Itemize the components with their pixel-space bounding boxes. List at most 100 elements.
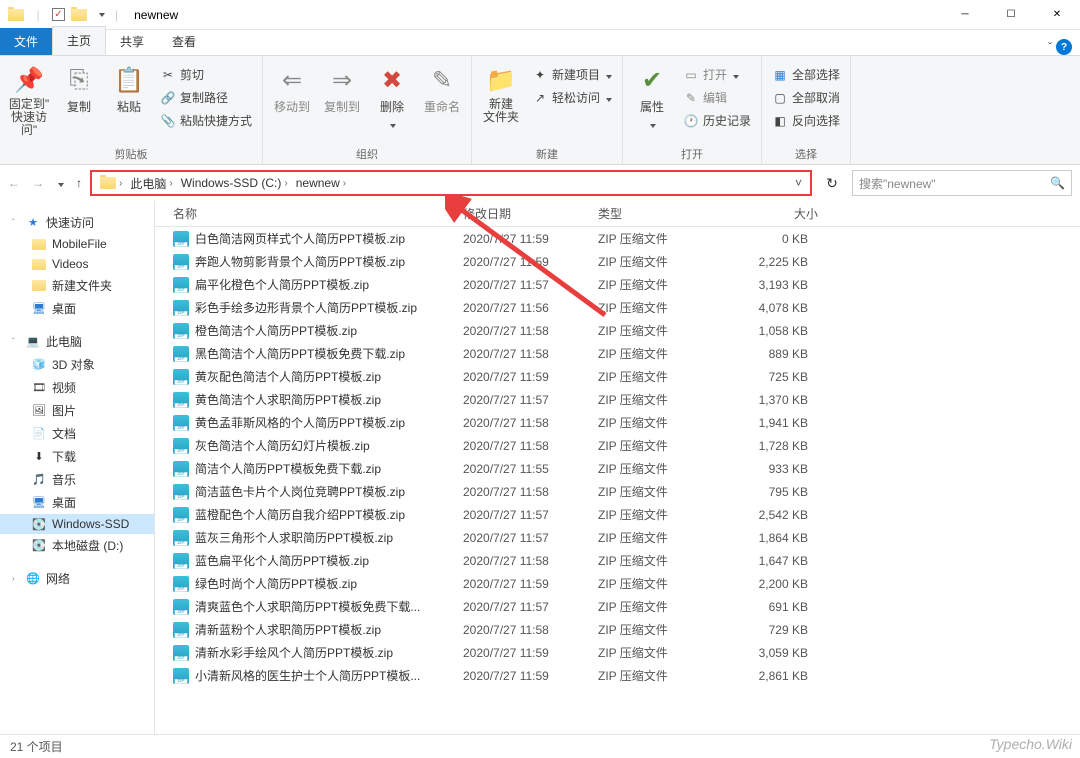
file-row[interactable]: 白色简洁网页样式个人简历PPT模板.zip2020/7/27 11:59ZIP … <box>155 227 1080 250</box>
ribbon-group-select: ▦全部选择 ▢全部取消 ◧反向选择 选择 <box>762 56 851 164</box>
file-row[interactable]: 灰色简洁个人简历幻灯片模板.zip2020/7/27 11:58ZIP 压缩文件… <box>155 434 1080 457</box>
search-box[interactable]: 搜索"newnew" 🔍 <box>852 170 1072 196</box>
sidebar-item[interactable]: 新建文件夹 <box>0 274 154 297</box>
star-icon: ★ <box>26 216 40 230</box>
refresh-button[interactable]: ↻ <box>820 171 844 195</box>
zip-icon <box>173 254 189 270</box>
rename-button[interactable]: ✎重命名 <box>419 60 465 115</box>
search-icon[interactable]: 🔍 <box>1050 176 1065 190</box>
checkbox-icon[interactable]: ✓ <box>52 8 65 21</box>
qat-dropdown-icon[interactable] <box>93 7 109 23</box>
file-row[interactable]: 简洁蓝色卡片个人岗位竞聘PPT模板.zip2020/7/27 11:58ZIP … <box>155 480 1080 503</box>
sidebar-item[interactable]: 💽本地磁盘 (D:) <box>0 534 154 557</box>
copy-icon: ⎘ <box>63 64 95 96</box>
select-all-button[interactable]: ▦全部选择 <box>768 64 844 85</box>
paste-button[interactable]: 📋 粘贴 <box>106 60 152 115</box>
column-name[interactable]: 名称 <box>173 205 463 222</box>
forward-button[interactable]: → <box>32 176 44 190</box>
history-dropdown[interactable] <box>56 176 64 190</box>
file-row[interactable]: 黄灰配色简洁个人简历PPT模板.zip2020/7/27 11:59ZIP 压缩… <box>155 365 1080 388</box>
file-row[interactable]: 蓝橙配色个人简历自我介绍PPT模板.zip2020/7/27 11:57ZIP … <box>155 503 1080 526</box>
easy-access-button[interactable]: ↗轻松访问 <box>528 87 616 108</box>
sidebar-item[interactable]: 📄文档 <box>0 422 154 445</box>
help-icon[interactable]: ? <box>1056 39 1072 55</box>
shortcut-icon: 📎 <box>160 113 176 129</box>
maximize-button[interactable]: ☐ <box>988 0 1034 30</box>
edit-button[interactable]: ✎编辑 <box>679 87 755 108</box>
file-row[interactable]: 小清新风格的医生护士个人简历PPT模板...2020/7/27 11:59ZIP… <box>155 664 1080 687</box>
up-button[interactable]: ↑ <box>76 176 82 190</box>
column-size[interactable]: 大小 <box>728 205 818 222</box>
column-type[interactable]: 类型 <box>598 205 728 222</box>
copy-to-button[interactable]: ⇒复制到 <box>319 60 365 115</box>
minimize-button[interactable]: ─ <box>942 0 988 30</box>
file-row[interactable]: 奔跑人物剪影背景个人简历PPT模板.zip2020/7/27 11:59ZIP … <box>155 250 1080 273</box>
ribbon-group-organize: ⇐移动到 ⇒复制到 ✖删除 ✎重命名 组织 <box>263 56 472 164</box>
sidebar-item[interactable]: 🖥桌面 <box>0 491 154 514</box>
back-button[interactable]: ← <box>8 176 20 190</box>
sidebar-item[interactable]: 🎞视频 <box>0 376 154 399</box>
easyaccess-icon: ↗ <box>532 90 548 106</box>
sidebar-item[interactable]: 🧊3D 对象 <box>0 353 154 376</box>
column-date[interactable]: 修改日期 <box>463 205 598 222</box>
new-folder-button[interactable]: 📁新建 文件夹 <box>478 60 524 124</box>
breadcrumb-item[interactable]: newnew› <box>292 176 350 190</box>
breadcrumb-item[interactable]: Windows-SSD (C:)› <box>177 176 292 190</box>
file-row[interactable]: 蓝色扁平化个人简历PPT模板.zip2020/7/27 11:58ZIP 压缩文… <box>155 549 1080 572</box>
file-row[interactable]: 扁平化橙色个人简历PPT模板.zip2020/7/27 11:57ZIP 压缩文… <box>155 273 1080 296</box>
close-button[interactable]: ✕ <box>1034 0 1080 30</box>
file-row[interactable]: 清爽蓝色个人求职简历PPT模板免费下载...2020/7/27 11:57ZIP… <box>155 595 1080 618</box>
item-count: 21 个项目 <box>10 738 63 755</box>
file-row[interactable]: 清新蓝粉个人求职简历PPT模板.zip2020/7/27 11:58ZIP 压缩… <box>155 618 1080 641</box>
file-row[interactable]: 绿色时尚个人简历PPT模板.zip2020/7/27 11:59ZIP 压缩文件… <box>155 572 1080 595</box>
navigation-bar: ← → ↑ › 此电脑› Windows-SSD (C:)› newnew› ˅… <box>0 165 1080 201</box>
file-row[interactable]: 彩色手绘多边形背景个人简历PPT模板.zip2020/7/27 11:56ZIP… <box>155 296 1080 319</box>
file-row[interactable]: 黄色孟菲斯风格的个人简历PPT模板.zip2020/7/27 11:58ZIP … <box>155 411 1080 434</box>
address-bar[interactable]: › 此电脑› Windows-SSD (C:)› newnew› ˅ <box>90 170 812 196</box>
sidebar-item[interactable]: Videos <box>0 254 154 274</box>
file-row[interactable]: 简洁个人简历PPT模板免费下载.zip2020/7/27 11:55ZIP 压缩… <box>155 457 1080 480</box>
tab-file[interactable]: 文件 <box>0 28 52 55</box>
sidebar-item[interactable]: ⬇下载 <box>0 445 154 468</box>
sidebar-item[interactable]: 🖥桌面 <box>0 297 154 320</box>
copy-path-button[interactable]: 🔗复制路径 <box>156 87 256 108</box>
open-button[interactable]: ▭打开 <box>679 64 755 85</box>
cut-button[interactable]: ✂剪切 <box>156 64 256 85</box>
file-row[interactable]: 橙色简洁个人简历PPT模板.zip2020/7/27 11:58ZIP 压缩文件… <box>155 319 1080 342</box>
properties-button[interactable]: ✔属性 <box>629 60 675 131</box>
tab-share[interactable]: 共享 <box>106 28 158 55</box>
move-to-button[interactable]: ⇐移动到 <box>269 60 315 115</box>
sidebar-item[interactable]: 🎵音乐 <box>0 468 154 491</box>
folder-icon <box>32 280 46 291</box>
address-dropdown-icon[interactable]: ˅ <box>795 176 802 190</box>
pin-icon: 📌 <box>13 64 45 96</box>
sidebar-network[interactable]: ›🌐网络 <box>0 567 154 590</box>
ribbon-collapse-icon[interactable]: ˇ <box>1048 40 1052 54</box>
delete-button[interactable]: ✖删除 <box>369 60 415 131</box>
tab-view[interactable]: 查看 <box>158 28 210 55</box>
breadcrumb-item[interactable]: 此电脑› <box>126 175 176 192</box>
file-row[interactable]: 清新水彩手绘风个人简历PPT模板.zip2020/7/27 11:59ZIP 压… <box>155 641 1080 664</box>
file-row[interactable]: 蓝灰三角形个人求职简历PPT模板.zip2020/7/27 11:57ZIP 压… <box>155 526 1080 549</box>
file-row[interactable]: 黄色简洁个人求职简历PPT模板.zip2020/7/27 11:57ZIP 压缩… <box>155 388 1080 411</box>
sidebar-item-selected[interactable]: 💽Windows-SSD <box>0 514 154 534</box>
sidebar-quick-access[interactable]: ˇ★快速访问 <box>0 211 154 234</box>
nav-arrows: ← → ↑ <box>8 176 82 190</box>
history-button[interactable]: 🕐历史记录 <box>679 110 755 131</box>
zip-icon <box>173 461 189 477</box>
sidebar-this-pc[interactable]: ˇ💻此电脑 <box>0 330 154 353</box>
pin-quickaccess-button[interactable]: 📌 固定到" 快速访问" <box>6 60 52 137</box>
drive-icon: 💽 <box>32 539 46 553</box>
breadcrumb-root-icon[interactable]: › <box>96 177 126 189</box>
tab-home[interactable]: 主页 <box>52 26 106 55</box>
invert-selection-button[interactable]: ◧反向选择 <box>768 110 844 131</box>
sidebar-item[interactable]: MobileFile <box>0 234 154 254</box>
paste-shortcut-button[interactable]: 📎粘贴快捷方式 <box>156 110 256 131</box>
select-none-button[interactable]: ▢全部取消 <box>768 87 844 108</box>
file-row[interactable]: 黑色简洁个人简历PPT模板免费下载.zip2020/7/27 11:58ZIP … <box>155 342 1080 365</box>
title-bar: | ✓ | newnew ─ ☐ ✕ <box>0 0 1080 30</box>
new-item-button[interactable]: ✦新建项目 <box>528 64 616 85</box>
copy-button[interactable]: ⎘ 复制 <box>56 60 102 115</box>
sidebar-item[interactable]: 🖼图片 <box>0 399 154 422</box>
folder-icon[interactable] <box>71 7 87 23</box>
